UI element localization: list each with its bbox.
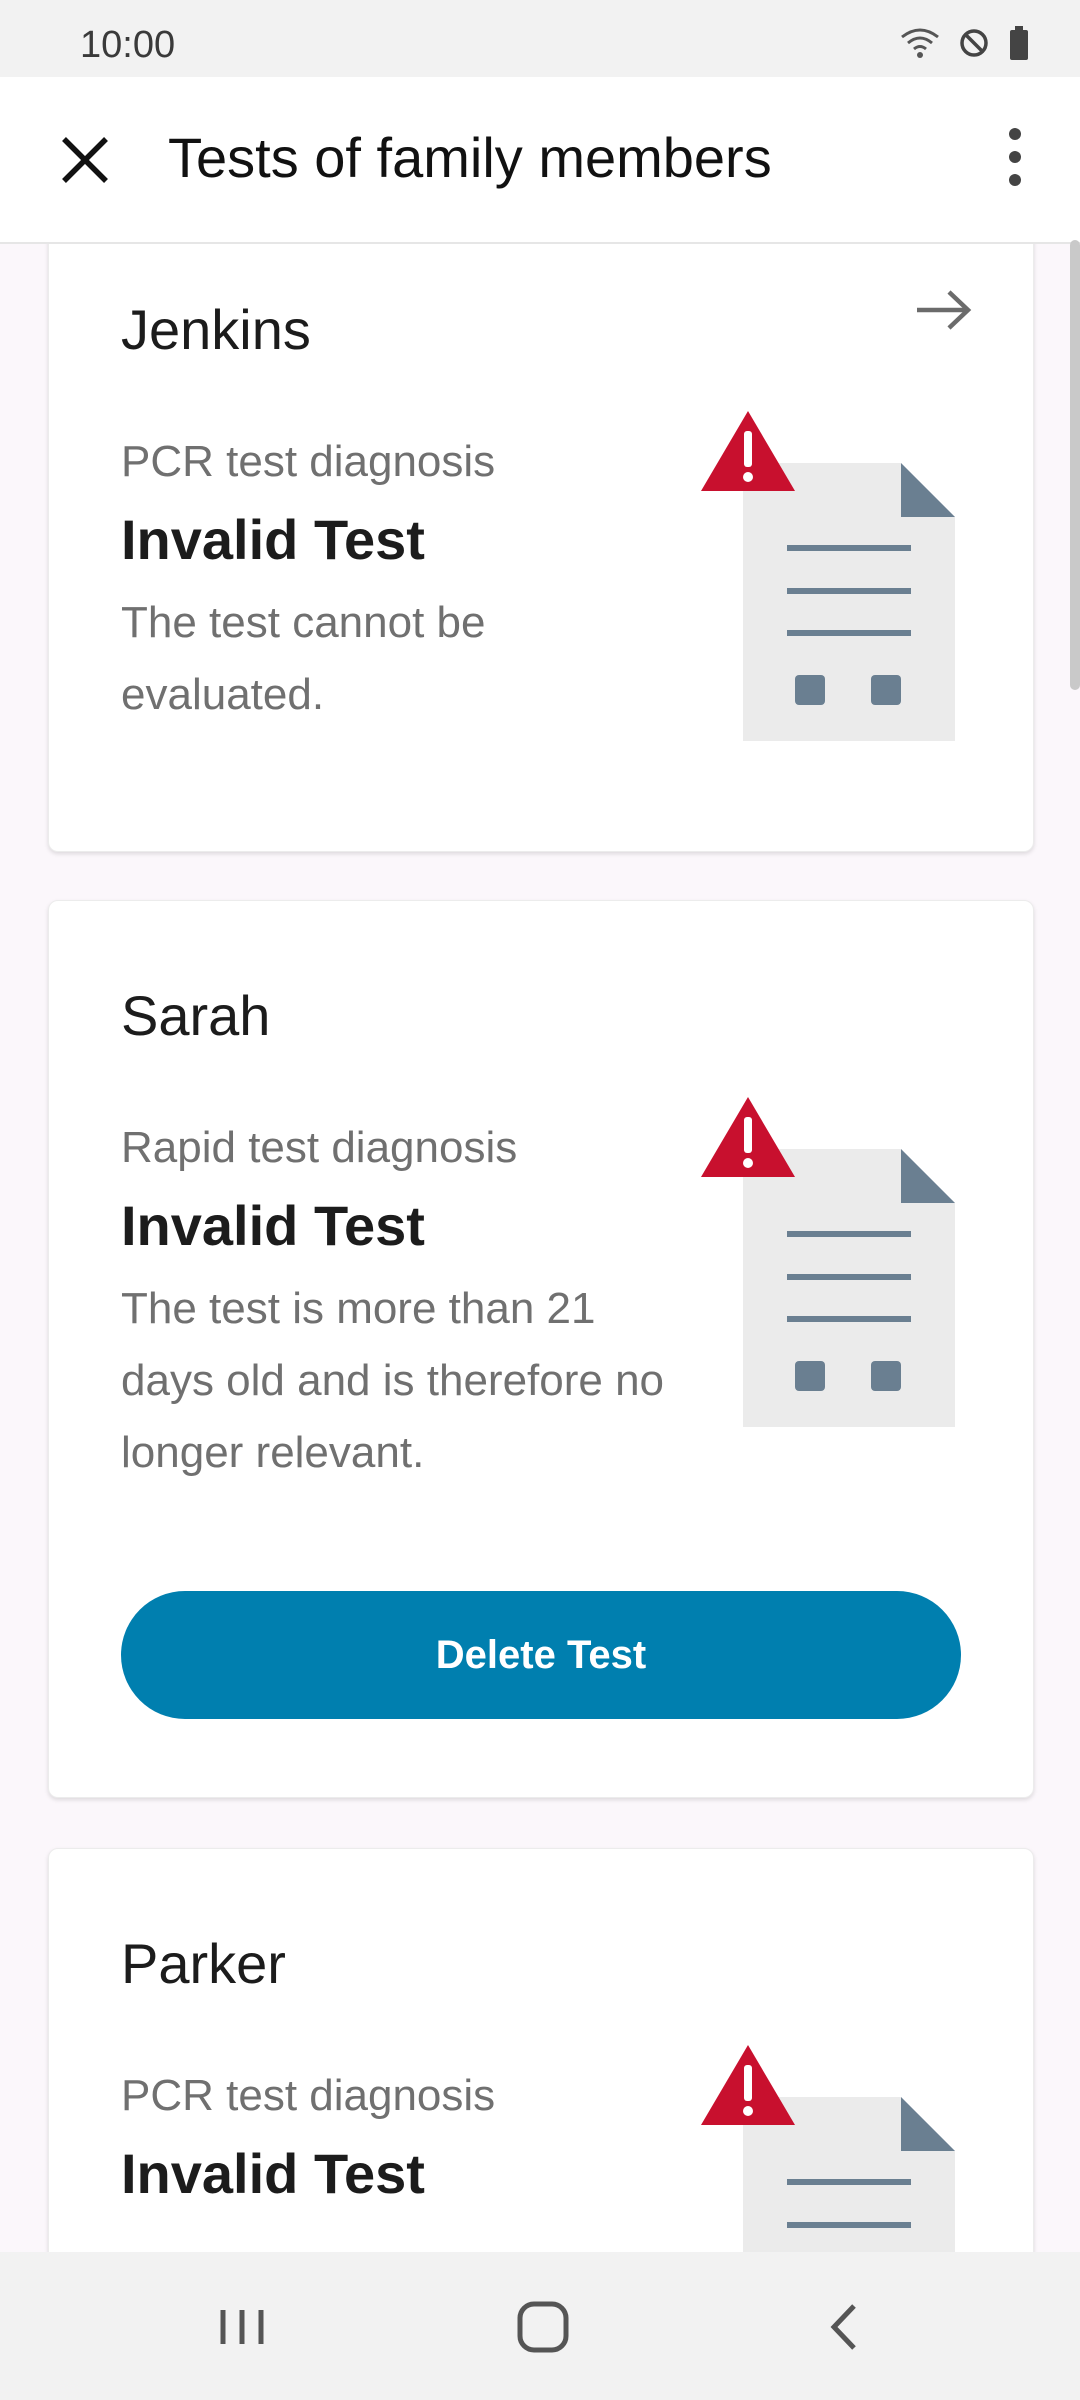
family-member-name: Jenkins [121,298,311,361]
test-card-sarah[interactable]: Sarah Rapid test diagnosis Invalid Test … [48,900,1034,1798]
do-not-disturb-icon [960,29,988,57]
recents-icon[interactable] [207,2292,277,2362]
invalid-test-document-icon [701,1097,955,1427]
diagnosis-description: The test is more than 21 days old and is… [121,1284,665,1477]
test-card-jenkins[interactable]: Jenkins PCR test diagnosis Invalid Test … [48,244,1034,852]
wifi-icon [901,28,939,58]
family-member-name: Sarah [121,984,271,1047]
invalid-test-document-icon [701,2045,955,2252]
system-nav-bar [0,2252,1080,2400]
diagnosis-result: Invalid Test [121,2142,425,2205]
diagnosis-type: PCR test diagnosis [121,2071,496,2120]
family-member-name: Parker [121,1932,286,1995]
status-icons [900,26,1030,60]
status-time: 10:00 [80,24,176,66]
test-list[interactable]: Jenkins PCR test diagnosis Invalid Test … [0,244,1080,2252]
home-icon[interactable] [508,2292,578,2362]
test-card-parker[interactable]: Parker PCR test diagnosis Invalid Test [48,1848,1034,2252]
page-title: Tests of family members [168,126,772,189]
diagnosis-type: PCR test diagnosis [121,437,496,486]
delete-test-button[interactable]: Delete Test [121,1591,961,1719]
battery-icon [1010,26,1028,60]
diagnosis-description: The test cannot be evaluated. [121,598,486,719]
back-icon[interactable] [810,2292,880,2362]
app-bar: Tests of family members [0,77,1080,244]
scrollbar[interactable] [1070,240,1080,690]
diagnosis-type: Rapid test diagnosis [121,1123,518,1172]
arrow-right-icon[interactable] [913,285,973,335]
invalid-test-document-icon [701,411,955,741]
diagnosis-result: Invalid Test [121,508,425,571]
diagnosis-result: Invalid Test [121,1194,425,1257]
status-bar: 10:00 [0,0,1080,77]
more-vert-icon[interactable] [980,122,1050,192]
close-icon[interactable] [52,127,118,193]
